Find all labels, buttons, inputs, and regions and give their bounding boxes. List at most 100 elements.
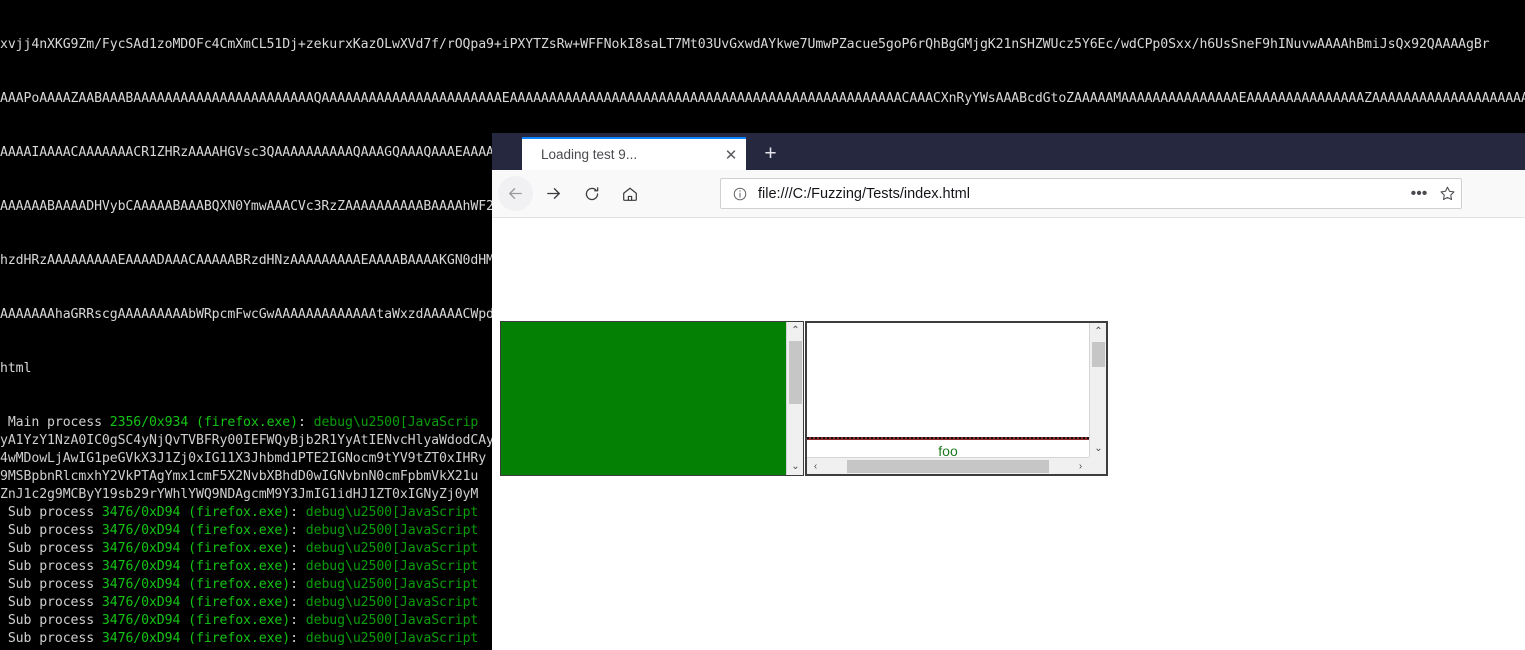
- log-colon: :: [297, 415, 314, 430]
- screen: xvjj4nXKG9Zm/FycSAd1zoMDOFc4CmXmCL51Dj+z…: [0, 0, 1525, 650]
- log-process-name: Sub process: [0, 595, 102, 610]
- scroll-down-icon[interactable]: ⌄: [1090, 440, 1106, 457]
- navigation-toolbar: file:///C:/Fuzzing/Tests/index.html •••: [492, 170, 1525, 218]
- log-process-id: 3476/0xD94: [101, 577, 181, 592]
- green-content-box[interactable]: ⌃ ⌄: [500, 321, 804, 476]
- console-log-text: ZnJ1c2g9MCByY19sb29rYWhlYWQ9NDAgcmM9Y3Jm…: [0, 487, 479, 502]
- log-process-id: 3476/0xD94: [101, 523, 181, 538]
- foo-box-horizontal-scrollbar[interactable]: ‹ ›: [807, 457, 1089, 474]
- console-gibberish-line: xvjj4nXKG9Zm/FycSAd1zoMDOFc4CmXmCL51Dj+z…: [0, 37, 1490, 52]
- log-space: [180, 577, 188, 592]
- foo-label: foo: [938, 443, 958, 457]
- log-colon: :: [290, 577, 306, 592]
- scroll-down-icon[interactable]: ⌄: [787, 458, 803, 475]
- log-process-name: Main process: [0, 415, 110, 430]
- log-process-id: 3476/0xD94: [101, 541, 181, 556]
- console-gibberish-line: AAAPoAAAAZAABAAABAAAAAAAAAAAAAAAAAAAAAAA…: [0, 91, 1525, 106]
- log-process-id: 3476/0xD94: [101, 613, 181, 628]
- new-tab-button[interactable]: +: [754, 137, 787, 170]
- log-process-id: 3476/0xD94: [101, 559, 181, 574]
- log-message: debug\u2500[JavaScrip: [313, 415, 479, 430]
- log-process-name: Sub process: [0, 613, 102, 628]
- log-colon: :: [290, 595, 306, 610]
- scrollbar-thumb[interactable]: [847, 460, 1049, 473]
- arrow-left-icon: [509, 188, 522, 199]
- console-log-text: 9MSBpbnRlcmxhY2VkPTAgYmx1cmF5X2NvbXBhdD0…: [0, 469, 479, 484]
- log-process-name: Sub process: [0, 559, 102, 574]
- log-process-id: 3476/0xD94: [101, 505, 181, 520]
- home-icon: [622, 187, 637, 201]
- bookmark-star-icon[interactable]: [1433, 179, 1461, 208]
- log-colon: :: [290, 505, 306, 520]
- log-executable: (firefox.exe): [188, 505, 291, 520]
- log-executable: (firefox.exe): [188, 559, 291, 574]
- arrow-right-icon: [547, 188, 560, 199]
- scroll-up-icon[interactable]: ⌃: [787, 322, 803, 339]
- log-space: [180, 595, 188, 610]
- scroll-left-icon[interactable]: ‹: [807, 458, 824, 474]
- log-executable: (firefox.exe): [188, 523, 291, 538]
- log-executable: (firefox.exe): [188, 613, 291, 628]
- log-space: [180, 559, 188, 574]
- log-process-name: Sub process: [0, 541, 102, 556]
- console-log-text: yA1YzY1NzA0IC0gSC4yNjQvTVBFRy00IEFWQyBjb…: [0, 433, 526, 448]
- log-executable: (firefox.exe): [188, 541, 291, 556]
- url-text[interactable]: file:///C:/Fuzzing/Tests/index.html: [758, 186, 1405, 202]
- foo-box-viewport: foo: [807, 323, 1089, 457]
- log-process-id: 3476/0xD94: [101, 595, 181, 610]
- log-message: debug\u2500[JavaScript: [305, 559, 479, 574]
- log-space: [180, 541, 188, 556]
- log-executable: (firefox.exe): [188, 595, 291, 610]
- log-message: debug\u2500[JavaScript: [305, 523, 479, 538]
- log-process-name: Sub process: [0, 631, 102, 646]
- scroll-right-icon[interactable]: ›: [1072, 458, 1089, 474]
- log-executable: (firefox.exe): [188, 577, 291, 592]
- foo-content-box[interactable]: foo ⌃ ⌄ ‹ ›: [805, 321, 1108, 476]
- scroll-up-icon[interactable]: ⌃: [1090, 323, 1106, 340]
- log-colon: :: [290, 613, 306, 628]
- address-bar[interactable]: file:///C:/Fuzzing/Tests/index.html •••: [720, 178, 1462, 209]
- forward-button[interactable]: [536, 176, 571, 211]
- foo-box-vertical-scrollbar[interactable]: ⌃ ⌄: [1089, 323, 1106, 457]
- page-actions-icon[interactable]: •••: [1405, 179, 1433, 208]
- firefox-window[interactable]: Loading test 9... ✕ + file:///C:/Fuzzing…: [492, 133, 1525, 650]
- reload-button[interactable]: [574, 176, 609, 211]
- log-colon: :: [290, 541, 306, 556]
- log-space: [180, 523, 188, 538]
- close-icon[interactable]: ✕: [716, 139, 746, 170]
- scrollbar-thumb[interactable]: [1092, 342, 1105, 367]
- info-icon[interactable]: [732, 186, 748, 202]
- log-message: debug\u2500[JavaScript: [305, 631, 479, 646]
- log-executable: (firefox.exe): [196, 415, 298, 430]
- home-button[interactable]: [612, 176, 647, 211]
- tab-strip: Loading test 9... ✕ +: [492, 133, 1525, 170]
- log-space: [180, 613, 188, 628]
- green-box-vertical-scrollbar[interactable]: ⌃ ⌄: [786, 322, 803, 475]
- log-colon: :: [290, 559, 306, 574]
- log-space: [180, 631, 188, 646]
- console-log-text: 4wMDowLjAwIG1peGVkX3J1Zj0xIG11X3Jhbmd1PT…: [0, 451, 487, 466]
- log-message: debug\u2500[JavaScript: [305, 613, 479, 628]
- page-content: ⌃ ⌄ foo ⌃ ⌄ ‹ ›: [492, 218, 1525, 649]
- log-message: debug\u2500[JavaScript: [305, 577, 479, 592]
- tab-title: Loading test 9...: [541, 147, 638, 162]
- log-executable: (firefox.exe): [188, 631, 291, 646]
- scrollbar-corner: [1089, 457, 1106, 474]
- log-process-id: 2356/0x934: [109, 415, 189, 430]
- scrollbar-thumb[interactable]: [789, 341, 802, 404]
- log-message: debug\u2500[JavaScript: [305, 595, 479, 610]
- tab-loading-test-9[interactable]: Loading test 9... ✕: [522, 137, 746, 170]
- horizontal-rule: [807, 437, 1089, 440]
- log-process-name: Sub process: [0, 505, 102, 520]
- log-process-name: Sub process: [0, 577, 102, 592]
- log-space: [180, 505, 188, 520]
- log-message: debug\u2500[JavaScript: [305, 505, 479, 520]
- log-colon: :: [290, 523, 306, 538]
- log-process-id: 3476/0xD94: [101, 631, 181, 646]
- log-space: [188, 415, 196, 430]
- reload-icon: [585, 186, 598, 200]
- log-colon: :: [290, 631, 306, 646]
- back-button[interactable]: [498, 176, 533, 211]
- green-fill: [501, 322, 786, 475]
- log-message: debug\u2500[JavaScript: [305, 541, 479, 556]
